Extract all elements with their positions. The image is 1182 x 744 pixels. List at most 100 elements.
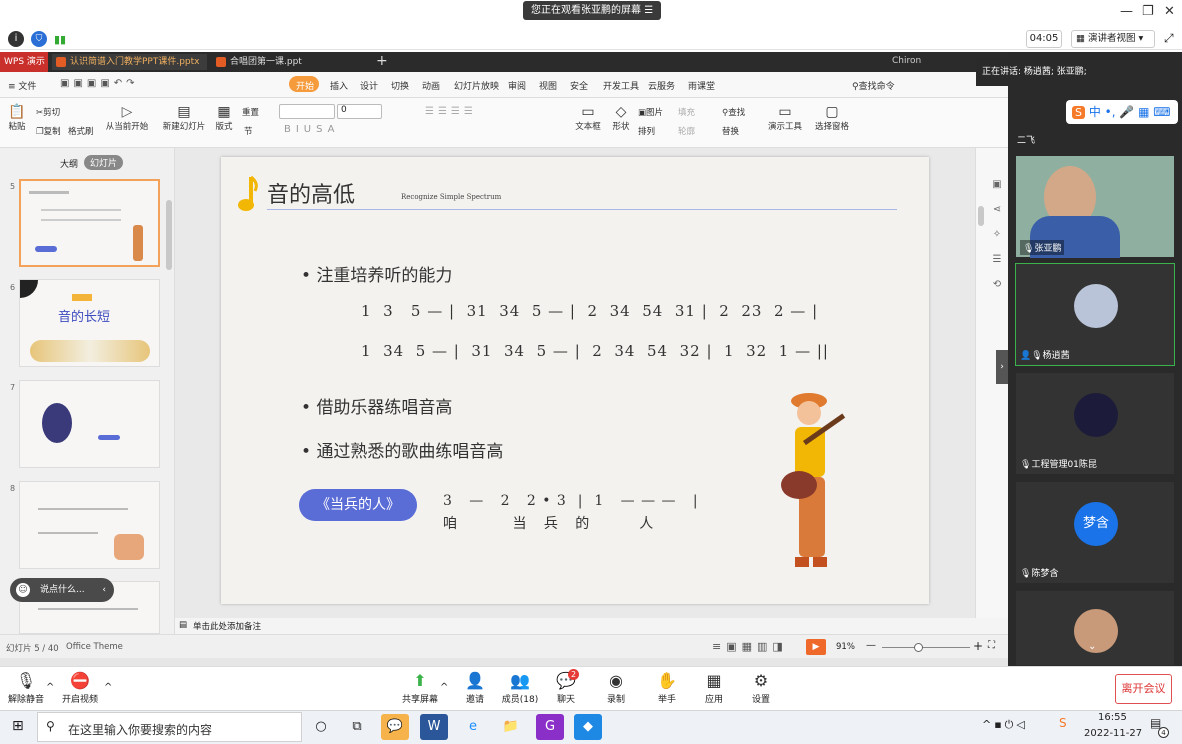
menu-item[interactable]: 视图	[539, 79, 557, 92]
zoom-slider[interactable]	[882, 647, 970, 648]
comment-input[interactable]: ☺ 说点什么... ‹	[10, 578, 114, 602]
picture-button[interactable]: ▣图片	[638, 106, 663, 118]
chevron-up-icon[interactable]: ^	[440, 682, 448, 693]
zoom-level[interactable]: 91%	[836, 642, 855, 652]
layout-button[interactable]: ▦ 版式	[213, 104, 235, 132]
text-format-icons[interactable]: BIUSA	[284, 124, 340, 135]
slide-scrollbar[interactable]	[978, 206, 984, 226]
minimize-icon[interactable]: —	[1120, 4, 1133, 19]
wechat-icon[interactable]: 💬	[381, 714, 409, 740]
app-icon[interactable]: G	[536, 714, 564, 740]
taskbar-time[interactable]: 16:55	[1098, 712, 1127, 723]
select-pane-button[interactable]: ▢ 选择窗格	[815, 104, 849, 132]
menu-item[interactable]: 云服务	[648, 79, 675, 92]
section-button[interactable]: 节	[244, 125, 253, 137]
members-button[interactable]: 👥 成员(18)	[500, 670, 540, 705]
edge-icon[interactable]: e	[459, 714, 487, 740]
new-slide-button[interactable]: ▤ 新建幻灯片	[162, 104, 206, 132]
participant-video-tile[interactable]: ⌄	[1015, 590, 1175, 666]
thumb-scrollbar[interactable]	[166, 200, 172, 270]
zoom-in-icon[interactable]: +	[973, 639, 983, 653]
chevron-up-icon[interactable]: ^	[104, 682, 112, 693]
slide-thumbnail[interactable]	[19, 380, 160, 468]
menu-item[interactable]: 切换	[391, 79, 409, 92]
windows-start-icon[interactable]: ⊞	[12, 718, 24, 734]
doc-tab[interactable]: 合唱团第一课.ppt	[212, 54, 362, 70]
menu-item[interactable]: 开发工具	[603, 79, 639, 92]
reset-button[interactable]: 重置	[242, 106, 259, 118]
restore-icon[interactable]: ❐	[1142, 4, 1154, 19]
find-button[interactable]: ⚲查找	[722, 106, 745, 118]
font-family-select[interactable]	[279, 104, 335, 119]
search-command[interactable]: ⚲查找命令	[852, 79, 895, 92]
fit-icon[interactable]: ⛶	[988, 640, 995, 651]
cut-button[interactable]: ✂剪切	[36, 106, 60, 118]
invite-button[interactable]: 👤 邀请	[455, 670, 495, 705]
record-button[interactable]: ◉ 录制	[596, 670, 636, 705]
tencent-meeting-icon[interactable]: ◆	[574, 714, 602, 740]
zoom-out-icon[interactable]: —	[866, 640, 876, 651]
new-tab-icon[interactable]: +	[376, 53, 388, 69]
taskbar-date[interactable]: 2022-11-27	[1084, 728, 1142, 739]
sogou-tray-icon[interactable]: S	[1059, 716, 1067, 730]
word-icon[interactable]: W	[420, 714, 448, 740]
signal-icon[interactable]: ▮▮	[54, 33, 66, 46]
participant-video-tile[interactable]: 👤🎙杨逍茜	[1015, 263, 1175, 366]
ime-toolbar[interactable]: S 中 •, 🎤 ▦ ⌨	[1066, 100, 1178, 124]
expand-icon[interactable]: ⤢	[1164, 31, 1174, 46]
leave-meeting-button[interactable]: 离开会议	[1115, 674, 1172, 704]
collapse-icon[interactable]: ‹	[102, 578, 106, 602]
outline-button[interactable]: 轮廓	[678, 125, 695, 137]
song-button[interactable]: 《当兵的人》	[299, 489, 417, 521]
menu-item[interactable]: 动画	[422, 79, 440, 92]
screen-share-banner[interactable]: 您正在观看张亚鹏的屏幕 ☰	[523, 1, 662, 20]
close-icon[interactable]: ✕	[1164, 4, 1175, 19]
user-name[interactable]: Chiron	[892, 56, 921, 66]
scroll-down-icon[interactable]: ⌄	[1088, 641, 1096, 652]
taskbar-search[interactable]: ⚲ 在这里输入你要搜索的内容	[37, 712, 302, 742]
play-from-current-button[interactable]: ▷ 从当前开始	[104, 104, 150, 132]
right-tool-icons[interactable]: ▣ ⋖ ✧ ☰ ⟲	[990, 172, 1004, 297]
doc-tab-active[interactable]: 认识简谱入门教学PPT课件.pptx ✕	[52, 54, 207, 83]
start-video-button[interactable]: ⛔ 开启视频	[60, 670, 100, 705]
slide-thumbnail-active[interactable]	[19, 179, 160, 267]
task-view-icon[interactable]: ⧉	[343, 714, 371, 740]
notes-bar[interactable]: ▤ 单击此处添加备注	[175, 618, 975, 634]
arrange-button[interactable]: 排列	[638, 125, 655, 137]
menu-item[interactable]: 插入	[330, 79, 348, 92]
tray-icons[interactable]: ^▪⏻◁	[982, 718, 1028, 732]
fill-button[interactable]: 填充	[678, 106, 695, 118]
textbox-button[interactable]: ▭ 文本框	[574, 104, 602, 132]
raise-hand-button[interactable]: ✋ 举手	[647, 670, 687, 705]
menu-item[interactable]: 雨课堂	[688, 79, 715, 92]
menu-item[interactable]: 设计	[360, 79, 378, 92]
slide-thumbnail[interactable]	[19, 481, 160, 569]
participant-video-tile[interactable]: 🎙张亚鹏	[1015, 155, 1175, 258]
copy-button[interactable]: ❐复制	[36, 125, 61, 137]
menu-item[interactable]: 安全	[570, 79, 588, 92]
menu-file[interactable]: ≡ 文件	[8, 79, 36, 92]
folder-icon[interactable]: 📁	[497, 714, 525, 740]
slide-thumbnail[interactable]: 音的长短	[19, 279, 160, 367]
zoom-slider-thumb[interactable]	[914, 643, 923, 652]
settings-button[interactable]: ⚙ 设置	[741, 670, 781, 705]
panel-toggle-icon[interactable]: ›	[996, 350, 1008, 384]
info-icon[interactable]: i	[8, 31, 24, 47]
chat-button[interactable]: 💬 聊天	[546, 670, 586, 705]
font-size-select[interactable]: 0	[337, 104, 382, 119]
play-slideshow-button[interactable]: ▶	[806, 639, 826, 655]
view-mode-icons[interactable]: ≡▣▦▥◨	[712, 640, 788, 653]
chevron-up-icon[interactable]: ^	[46, 682, 54, 693]
menu-item[interactable]: 审阅	[508, 79, 526, 92]
format-painter-button[interactable]: 格式刷	[68, 125, 94, 137]
apps-button[interactable]: ▦ 应用	[694, 670, 734, 705]
menu-item[interactable]: 幻灯片放映	[454, 79, 499, 92]
participant-video-tile[interactable]: 🎙工程管理01陈昆	[1015, 372, 1175, 475]
quick-access-icons[interactable]: ▣▣▣▣↶↷	[60, 78, 139, 89]
shield-icon[interactable]: ⛉	[31, 31, 47, 47]
menu-item[interactable]: 开始	[296, 79, 314, 92]
slides-tab[interactable]: 幻灯片	[84, 155, 124, 170]
unmute-button[interactable]: 🎙 解除静音	[6, 670, 46, 705]
present-tool-button[interactable]: ▭ 演示工具	[767, 104, 803, 132]
presenter-view-button[interactable]: ▦ 演讲者视图 ▾	[1071, 30, 1155, 48]
